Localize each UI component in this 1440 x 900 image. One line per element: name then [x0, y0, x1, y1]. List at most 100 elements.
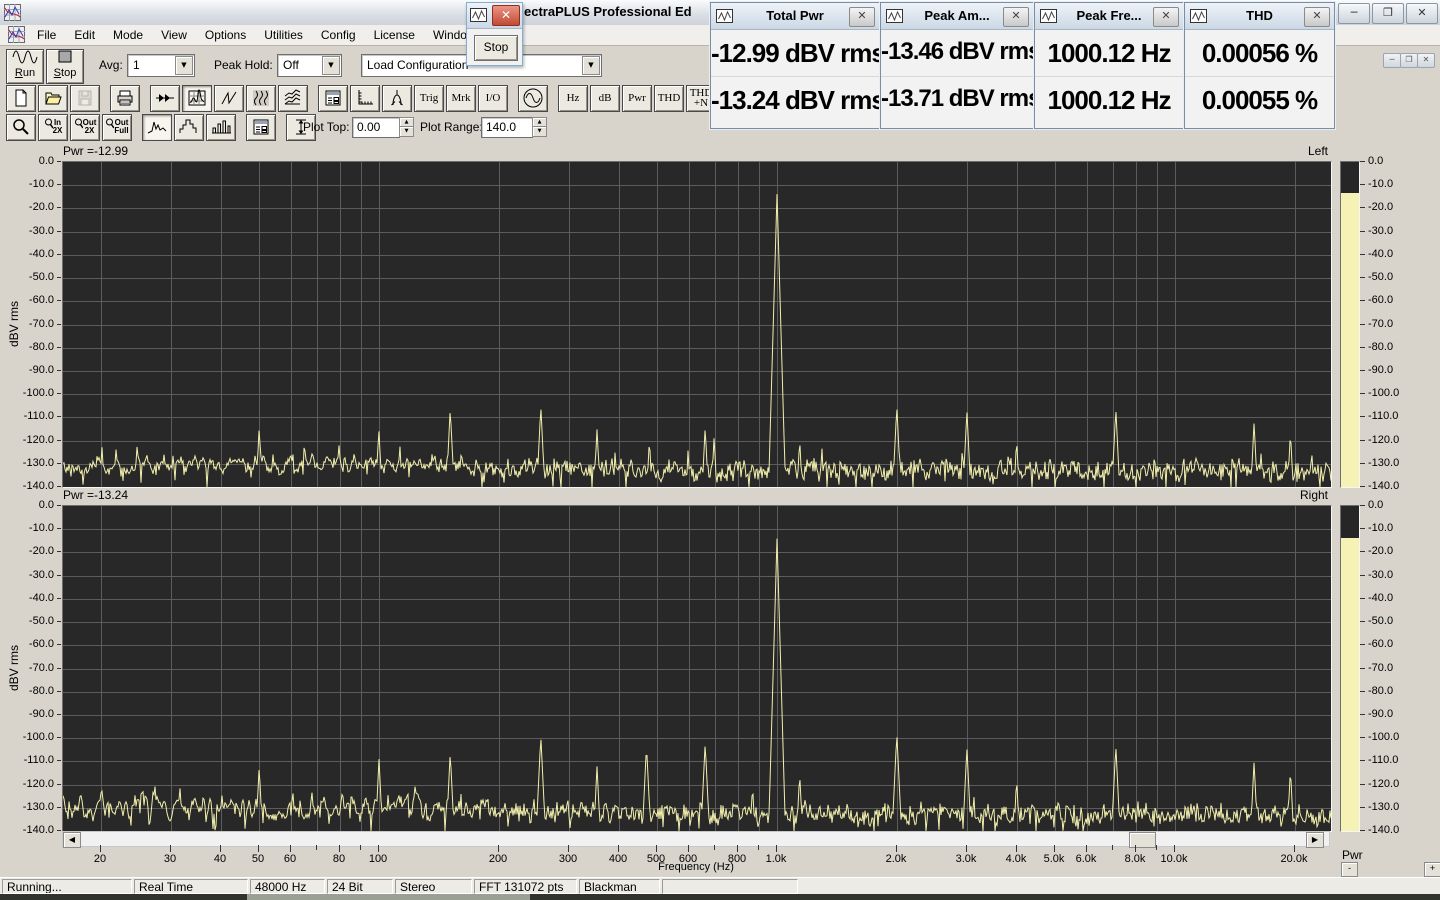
print-button[interactable] — [110, 85, 140, 112]
plot-options-button[interactable] — [246, 114, 276, 141]
scale-ruler-icon — [355, 88, 375, 108]
right-spectrum-plot[interactable] — [62, 505, 1332, 832]
close-icon[interactable]: ✕ — [492, 5, 520, 26]
units-db-button[interactable]: dB — [590, 85, 620, 112]
panel-title-bar[interactable]: THD ✕ — [1185, 3, 1334, 30]
meter-tick-label: -30.0 — [1368, 569, 1393, 581]
spectrum-button[interactable] — [182, 85, 212, 112]
stop-dialog-title-bar[interactable]: ✕ — [467, 3, 522, 29]
run-button[interactable]: Run — [6, 49, 44, 84]
peak-frequency-panel: Peak Fre... ✕ 1000.12 Hz 1000.12 Hz — [1034, 2, 1184, 129]
scaling-button[interactable] — [350, 85, 380, 112]
menu-item-options[interactable]: Options — [196, 25, 255, 45]
restore-button[interactable]: ❐ — [1372, 3, 1404, 24]
menu-item-mode[interactable]: Mode — [104, 25, 152, 45]
chevron-down-icon[interactable]: ▼ — [322, 56, 340, 75]
spectrogram-button[interactable] — [246, 85, 276, 112]
y-tick-mark — [57, 416, 61, 417]
toolbar-separator — [510, 86, 518, 111]
x-major-tick — [1135, 845, 1136, 852]
zoom-out-2x-button[interactable]: Out 2X — [70, 114, 100, 141]
meter-zoom-in-button[interactable]: + — [1424, 862, 1440, 877]
menu-item-utilities[interactable]: Utilities — [255, 25, 312, 45]
meter-tick-mark — [1360, 528, 1365, 529]
x-minor-tick — [1112, 845, 1113, 850]
meter-tick-mark — [1360, 551, 1365, 552]
status-segment: FFT 131072 pts — [474, 879, 577, 894]
chevron-down-icon[interactable]: ▼ — [582, 56, 600, 75]
stop-button[interactable]: Stop — [46, 49, 84, 84]
line-plot-button[interactable] — [142, 114, 172, 141]
y-tick-label: -40.0 — [10, 248, 54, 260]
calipers-button[interactable] — [382, 85, 412, 112]
plot-range-input[interactable]: 140.0 — [481, 117, 533, 138]
y-tick-mark — [57, 551, 61, 552]
peak-hold-value: Off — [283, 58, 299, 72]
status-segment: 24 Bit — [327, 879, 393, 894]
time-series-button[interactable] — [150, 85, 180, 112]
phase-button[interactable] — [214, 85, 244, 112]
open-button[interactable] — [38, 85, 68, 112]
close-icon[interactable]: ✕ — [1153, 7, 1179, 27]
peak-hold-select[interactable]: Off ▼ — [277, 54, 342, 77]
close-button[interactable]: ✕ — [1406, 3, 1438, 24]
zoom-out-full-button[interactable]: Out Full — [102, 114, 132, 141]
y-tick-mark — [57, 505, 61, 506]
bar-plot-button[interactable] — [206, 114, 236, 141]
surface-plot-button[interactable] — [278, 85, 308, 112]
trigger-button[interactable]: Trig — [414, 85, 444, 112]
menu-item-config[interactable]: Config — [312, 25, 365, 45]
x-major-tick — [1016, 845, 1017, 852]
sine-generator-icon — [521, 86, 545, 110]
plot-range-spinner[interactable]: ▲ ▼ — [532, 117, 545, 136]
meter-tick-mark — [1360, 347, 1365, 348]
panel-title-bar[interactable]: Total Pwr ✕ — [711, 3, 879, 30]
units-hz-button[interactable]: Hz — [558, 85, 588, 112]
menu-item-file[interactable]: File — [28, 25, 65, 45]
spin-down-icon[interactable]: ▼ — [532, 126, 547, 137]
thd-button[interactable]: THD — [654, 85, 684, 112]
new-button[interactable] — [6, 85, 36, 112]
panel-title-bar[interactable]: Peak Am... ✕ — [881, 3, 1033, 30]
meter-tick-mark — [1360, 161, 1365, 162]
panel-title-bar[interactable]: Peak Fre... ✕ — [1035, 3, 1183, 30]
trigger-label: Trig — [420, 93, 439, 103]
step-plot-button[interactable] — [174, 114, 204, 141]
input-output-button[interactable]: I/O — [478, 85, 508, 112]
units-pwr-button[interactable]: Pwr — [622, 85, 652, 112]
menu-item-edit[interactable]: Edit — [65, 25, 104, 45]
chevron-down-icon[interactable]: ▼ — [175, 56, 193, 75]
menu-items: FileEditModeViewOptionsUtilitiesConfigLi… — [28, 25, 527, 45]
window-title: ectraPLUS Professional Ed — [524, 4, 692, 19]
plot-top-input[interactable]: 0.00 — [352, 117, 400, 138]
close-icon[interactable]: ✕ — [1304, 7, 1330, 27]
meter-zoom-out-button[interactable]: - — [1341, 862, 1358, 877]
zoom-in-2x-button[interactable]: In 2X — [38, 114, 68, 141]
mag-small-icon — [105, 117, 114, 137]
stop-dialog-button[interactable]: Stop — [474, 35, 518, 61]
display-options-button[interactable] — [318, 85, 348, 112]
left-spectrum-plot[interactable] — [62, 161, 1332, 488]
meter-tick-mark — [1360, 621, 1365, 622]
signal-generator-button[interactable] — [518, 85, 548, 112]
thd-label: THD — [658, 93, 681, 103]
meter-tick-label: -10.0 — [1368, 178, 1393, 190]
zoom-button[interactable] — [6, 114, 36, 141]
close-icon[interactable]: ✕ — [1003, 7, 1029, 27]
menu-item-license[interactable]: License — [365, 25, 424, 45]
meter-tick-mark — [1360, 463, 1365, 464]
minimize-button[interactable]: ─ — [1338, 3, 1370, 24]
markers-button[interactable]: Mrk — [446, 85, 476, 112]
meter-tick-label: -10.0 — [1368, 522, 1393, 534]
y-tick-mark — [57, 598, 61, 599]
plot-top-value: 0.00 — [357, 120, 380, 134]
spin-down-icon[interactable]: ▼ — [399, 126, 414, 137]
y-tick-mark — [57, 621, 61, 622]
spectrum-grid-icon — [187, 88, 207, 108]
avg-select[interactable]: 1 ▼ — [127, 54, 195, 77]
plot-top-spinner[interactable]: ▲ ▼ — [399, 117, 412, 136]
close-icon[interactable]: ✕ — [849, 7, 875, 27]
meter-tick-label: -120.0 — [1368, 778, 1399, 790]
menu-item-view[interactable]: View — [152, 25, 196, 45]
meter-tick-label: -60.0 — [1368, 294, 1393, 306]
